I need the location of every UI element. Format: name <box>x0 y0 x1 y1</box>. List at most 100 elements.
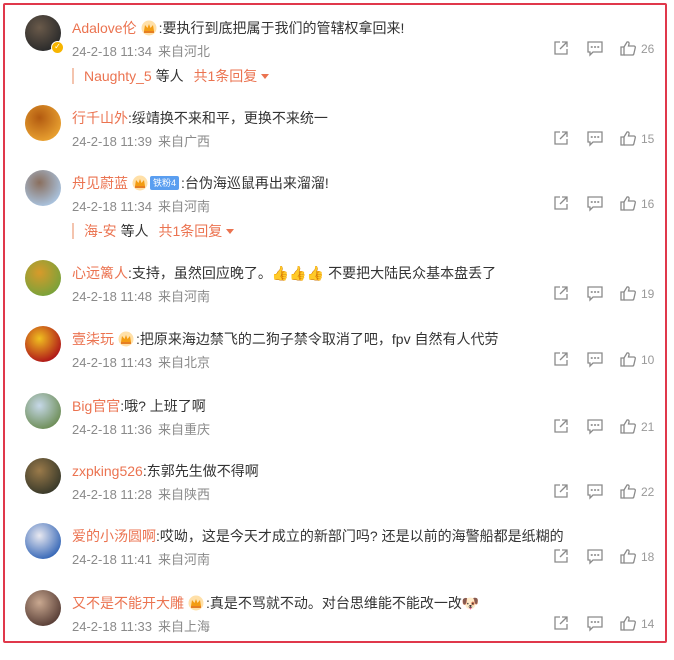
comment-location: 来自河南 <box>158 199 211 214</box>
comment-location: 来自河南 <box>158 552 211 567</box>
reply-others: 等人 <box>120 223 149 239</box>
like-count: 10 <box>641 353 655 367</box>
like-icon[interactable] <box>619 129 637 147</box>
comment-text: :东郭先生做不得啊 <box>142 463 259 479</box>
comment-text: :哦? 上班了啊 <box>120 398 206 414</box>
comment-time: 24-2-18 11:34 <box>72 44 152 59</box>
comment-location: 来自北京 <box>158 355 211 370</box>
comment-username[interactable]: 爱的小汤圆啊 <box>72 528 156 544</box>
comment-time: 24-2-18 11:48 <box>72 289 152 304</box>
comment-item: 又不是不能开大雕 :真是不骂就不动。对台思维能不能改一改🐶 24-2-18 11:… <box>5 590 665 660</box>
reply-username[interactable]: 海-安 <box>84 223 117 239</box>
comment-time: 24-2-18 11:28 <box>72 487 152 502</box>
chevron-down-icon[interactable] <box>261 74 270 79</box>
avatar[interactable] <box>25 260 61 296</box>
like-count: 15 <box>641 132 655 146</box>
comment-username[interactable]: 壹柒玩 <box>72 331 114 347</box>
like-icon[interactable] <box>619 39 637 57</box>
comment-text: :真是不骂就不动。对台思维能不能改一改 <box>206 595 462 611</box>
comment-location: 来自重庆 <box>158 422 211 437</box>
comment-text: :台伪海巡鼠再出来溜溜! <box>181 175 329 191</box>
avatar[interactable] <box>25 326 61 362</box>
share-icon[interactable] <box>552 350 570 368</box>
comment-item: zxpking526:东郭先生做不得啊 24-2-18 11:28 来自陕西 22 <box>5 458 665 528</box>
crown-badge-icon <box>118 331 134 347</box>
comment-location: 来自陕西 <box>158 487 211 502</box>
like-icon[interactable] <box>619 482 637 500</box>
avatar[interactable] <box>25 170 61 206</box>
chevron-down-icon[interactable] <box>226 229 235 234</box>
comment-item: 心远篱人:支持，虽然回应晚了。👍👍👍 不要把大陆民众基本盘丢了 24-2-18 … <box>5 260 665 330</box>
avatar[interactable] <box>25 458 61 494</box>
comment-item: 行千山外:绥靖换不来和平，更换不来统一 24-2-18 11:39 来自广西 15 <box>5 105 665 175</box>
comment-icon[interactable] <box>586 547 604 565</box>
comment-location: 来自广西 <box>158 134 211 149</box>
comment-text: :要执行到底把属于我们的管辖权拿回来! <box>158 20 405 36</box>
comment-icon[interactable] <box>586 350 604 368</box>
comment-username[interactable]: 舟见蔚蓝 <box>72 175 128 191</box>
crown-badge-icon <box>141 20 157 36</box>
fan-badge: 铁粉4 <box>150 176 180 190</box>
verified-badge-icon: ✓ <box>51 41 64 54</box>
comment-emoji-text: 👍👍👍 不要把大陆民众基本盘丢了 <box>271 265 497 281</box>
comments-panel: ✓ Adalove伦 :要执行到底把属于我们的管辖权拿回来! 24-2-18 11:… <box>3 3 667 643</box>
like-icon[interactable] <box>619 614 637 632</box>
comment-icon[interactable] <box>586 482 604 500</box>
reply-summary[interactable]: 海-安 等人 共1条回复 <box>72 223 235 239</box>
comment-text: :把原来海边禁飞的二狗子禁令取消了吧，fpv 自然有人代劳 <box>136 331 499 347</box>
share-icon[interactable] <box>552 614 570 632</box>
share-icon[interactable] <box>552 417 570 435</box>
like-count: 16 <box>641 197 655 211</box>
comment-text: :绥靖换不来和平，更换不来统一 <box>128 110 328 126</box>
share-icon[interactable] <box>552 482 570 500</box>
comment-text: :支持，虽然回应晚了。 <box>128 265 272 281</box>
crown-badge-icon <box>132 175 148 191</box>
comment-emoji-text: 🐶 <box>461 595 480 611</box>
avatar[interactable] <box>25 523 61 559</box>
like-icon[interactable] <box>619 547 637 565</box>
avatar[interactable] <box>25 393 61 429</box>
reply-username[interactable]: Naughty_5 <box>84 68 152 84</box>
share-icon[interactable] <box>552 129 570 147</box>
comment-time: 24-2-18 11:36 <box>72 422 152 437</box>
like-count: 26 <box>641 42 655 56</box>
comment-time: 24-2-18 11:43 <box>72 355 152 370</box>
comment-username[interactable]: Adalove伦 <box>72 20 137 36</box>
like-icon[interactable] <box>619 350 637 368</box>
comment-time: 24-2-18 11:33 <box>72 619 152 634</box>
like-count: 19 <box>641 287 655 301</box>
comment-item: ✓ Adalove伦 :要执行到底把属于我们的管辖权拿回来! 24-2-18 11:… <box>5 15 665 85</box>
avatar[interactable] <box>25 590 61 626</box>
comment-username[interactable]: Big官官 <box>72 398 120 414</box>
like-icon[interactable] <box>619 417 637 435</box>
like-icon[interactable] <box>619 284 637 302</box>
comment-location: 来自河南 <box>158 289 211 304</box>
comment-username[interactable]: zxpking526 <box>72 463 143 479</box>
comment-item: 爱的小汤圆啊:哎呦，这是今天才成立的新部门吗? 还是以前的海警船都是纸糊的 24… <box>5 523 665 593</box>
comment-icon[interactable] <box>586 284 604 302</box>
reply-count-link[interactable]: 共1条回复 <box>194 68 258 84</box>
comment-username[interactable]: 心远篱人 <box>72 265 128 281</box>
comment-username[interactable]: 又不是不能开大雕 <box>72 595 184 611</box>
share-icon[interactable] <box>552 194 570 212</box>
comment-icon[interactable] <box>586 194 604 212</box>
like-icon[interactable] <box>619 194 637 212</box>
like-count: 21 <box>641 420 655 434</box>
comment-username[interactable]: 行千山外 <box>72 110 128 126</box>
reply-summary[interactable]: Naughty_5 等人 共1条回复 <box>72 68 270 84</box>
share-icon[interactable] <box>552 284 570 302</box>
comment-icon[interactable] <box>586 39 604 57</box>
share-icon[interactable] <box>552 547 570 565</box>
avatar[interactable] <box>25 105 61 141</box>
reply-count-link[interactable]: 共1条回复 <box>158 223 222 239</box>
comment-icon[interactable] <box>586 129 604 147</box>
comment-location: 来自上海 <box>158 619 211 634</box>
comment-location: 来自河北 <box>158 44 211 59</box>
share-icon[interactable] <box>552 39 570 57</box>
comment-text: :哎呦，这是今天才成立的新部门吗? 还是以前的海警船都是纸糊的 <box>156 528 564 544</box>
comment-item: 壹柒玩 :把原来海边禁飞的二狗子禁令取消了吧，fpv 自然有人代劳 24-2-18… <box>5 326 665 396</box>
comment-icon[interactable] <box>586 614 604 632</box>
comment-time: 24-2-18 11:39 <box>72 134 152 149</box>
comment-icon[interactable] <box>586 417 604 435</box>
comment-time: 24-2-18 11:34 <box>72 199 152 214</box>
